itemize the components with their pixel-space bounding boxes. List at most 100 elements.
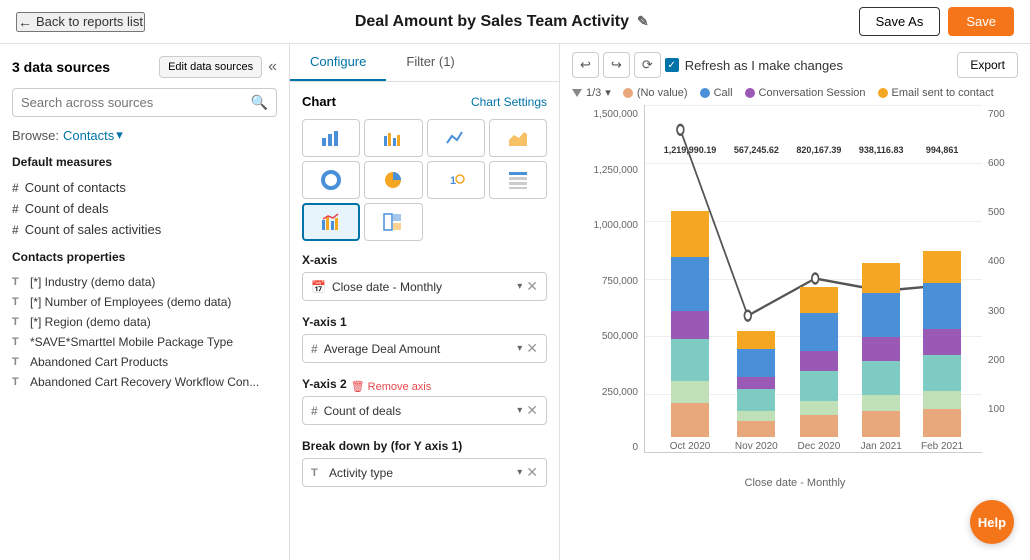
prop-item-industry[interactable]: T [*] Industry (demo data) <box>12 272 277 292</box>
bar-segment <box>737 411 775 421</box>
checkmark-icon: ✓ <box>668 60 676 71</box>
help-button[interactable]: Help <box>970 500 1014 544</box>
browse-contacts-dropdown[interactable]: Contacts ▾ <box>63 127 123 143</box>
bar-segment <box>671 381 709 403</box>
chart-type-bar[interactable] <box>302 119 360 157</box>
bar-segment <box>923 283 961 329</box>
report-title: Deal Amount by Sales Team Activity <box>355 13 629 31</box>
tab-configure[interactable]: Configure <box>290 44 386 81</box>
remove-axis-button[interactable]: 🗑 Remove axis <box>351 380 432 393</box>
y-axis2-value: Count of deals <box>324 404 401 418</box>
breakdown-select[interactable]: T Activity type ▾ ✕ <box>302 458 547 487</box>
y-axis2-select[interactable]: # Count of deals ▾ ✕ <box>302 396 547 425</box>
properties-list: T [*] Industry (demo data) T [*] Number … <box>12 272 277 392</box>
prop-type-t: T <box>12 296 24 308</box>
save-as-button[interactable]: Save As <box>859 7 941 36</box>
edit-sources-button[interactable]: Edit data sources <box>159 56 262 78</box>
refresh-button[interactable]: ⟳ <box>634 52 661 78</box>
x-axis-section: X-axis 📅 Close date - Monthly ▾ ✕ <box>302 253 547 301</box>
y-axis1-value: Average Deal Amount <box>324 342 441 356</box>
breakdown-clear-icon[interactable]: ✕ <box>526 464 538 481</box>
bar-segment <box>800 287 838 313</box>
legend-label-conversation: Conversation Session <box>759 87 866 99</box>
bar-segment <box>800 313 838 351</box>
chart-type-table[interactable] <box>489 161 547 199</box>
chart-type-area[interactable] <box>489 119 547 157</box>
bar-segment <box>923 355 961 391</box>
breakdown-section: Break down by (for Y axis 1) T Activity … <box>302 439 547 487</box>
chart-type-counter[interactable]: 1 <box>427 161 485 199</box>
pivot-icon <box>383 212 403 232</box>
legend-label: 1/3 <box>586 87 601 99</box>
prop-item-region[interactable]: T [*] Region (demo data) <box>12 312 277 332</box>
legend-item-email: Email sent to contact <box>878 87 994 99</box>
bar-segment <box>800 371 838 401</box>
chart-type-grouped-bar[interactable] <box>364 119 422 157</box>
tab-filter[interactable]: Filter (1) <box>386 44 474 81</box>
redo-button[interactable]: ↪ <box>603 52 630 78</box>
plot-area: 1,219,990.19 Oct 2020 567, <box>644 105 982 453</box>
chart-type-combo[interactable] <box>302 203 360 241</box>
y-axis1-select[interactable]: # Average Deal Amount ▾ ✕ <box>302 334 547 363</box>
svg-text:1: 1 <box>450 175 456 187</box>
chart-settings-link[interactable]: Chart Settings <box>471 95 547 109</box>
y-axis1-clear-icon[interactable]: ✕ <box>526 340 538 357</box>
combo-chart-icon <box>321 212 341 232</box>
browse-row: Browse: Contacts ▾ <box>12 127 277 143</box>
chart-visualization: 1,500,000 1,250,000 1,000,000 750,000 50… <box>572 105 1018 475</box>
bar-value-feb: 994,861 <box>926 145 959 155</box>
grouped-bar-icon <box>383 128 403 148</box>
y-left-label: 750,000 <box>602 276 638 287</box>
prop-item-employees[interactable]: T [*] Number of Employees (demo data) <box>12 292 277 312</box>
x-axis-clear-icon[interactable]: ✕ <box>526 278 538 295</box>
collapse-sidebar-button[interactable]: « <box>268 58 277 76</box>
measure-item-activities[interactable]: # Count of sales activities <box>12 219 277 240</box>
x-axis-caret-icon: ▾ <box>517 281 522 292</box>
counter-icon: 1 <box>446 170 466 190</box>
bar-segment <box>862 293 900 337</box>
back-button[interactable]: ← Back to reports list <box>16 12 145 32</box>
y-axis2-clear-icon[interactable]: ✕ <box>526 402 538 419</box>
legend-item-conversation: Conversation Session <box>745 87 866 99</box>
prop-item-package[interactable]: T *SAVE*Smarttel Mobile Package Type <box>12 332 277 352</box>
bar-segment <box>737 349 775 377</box>
tabs: Configure Filter (1) <box>290 44 559 82</box>
y-axis1-section: Y-axis 1 # Average Deal Amount ▾ ✕ <box>302 315 547 363</box>
y-left-label: 500,000 <box>602 331 638 342</box>
header: ← Back to reports list Deal Amount by Sa… <box>0 0 1030 44</box>
measure-item-contacts[interactable]: # Count of contacts <box>12 177 277 198</box>
refresh-checkbox[interactable]: ✓ <box>665 58 679 72</box>
chart-type-line[interactable] <box>427 119 485 157</box>
chart-type-donut[interactable] <box>302 161 360 199</box>
bar-group-nov: 567,245.62 Nov 2020 <box>734 145 779 452</box>
bar-value-jan: 938,116.83 <box>859 145 904 155</box>
chart-area: ↩ ↪ ⟳ ✓ Refresh as I make changes Export… <box>560 44 1030 560</box>
bar-segment <box>671 311 709 339</box>
chart-type-pie[interactable] <box>364 161 422 199</box>
measure-label-contacts: Count of contacts <box>25 180 126 195</box>
y-axis2-caret-icon: ▾ <box>517 405 522 416</box>
prop-item-abandoned-workflow[interactable]: T Abandoned Cart Recovery Workflow Con..… <box>12 372 277 392</box>
legend-dot-conversation <box>745 88 755 98</box>
measure-item-deals[interactable]: # Count of deals <box>12 198 277 219</box>
hash-icon: # <box>12 181 19 195</box>
edit-title-icon[interactable]: ✎ <box>637 13 649 30</box>
x-axis-value: Close date - Monthly <box>332 280 442 294</box>
prop-item-abandoned-cart[interactable]: T Abandoned Cart Products <box>12 352 277 372</box>
report-title-area: Deal Amount by Sales Team Activity ✎ <box>355 13 649 31</box>
prop-type-t: T <box>12 336 24 348</box>
y-axis2-row: Y-axis 2 🗑 Remove axis <box>302 377 547 396</box>
area-chart-icon <box>508 128 528 148</box>
search-input[interactable] <box>21 95 251 110</box>
save-button[interactable]: Save <box>948 7 1014 36</box>
bar-group-dec: 820,167.39 Dec 2020 <box>796 145 841 452</box>
legend-dot-call <box>700 88 710 98</box>
undo-button[interactable]: ↩ <box>572 52 599 78</box>
y-axis-right: 700 600 500 400 300 200 100 <box>982 105 1018 475</box>
bar-value-nov: 567,245.62 <box>734 145 779 155</box>
x-axis-select[interactable]: 📅 Close date - Monthly ▾ ✕ <box>302 272 547 301</box>
chart-type-pivot[interactable] <box>364 203 422 241</box>
export-button[interactable]: Export <box>957 52 1018 78</box>
y-axis2-label: Y-axis 2 <box>302 377 347 391</box>
x-axis-label: X-axis <box>302 253 547 267</box>
